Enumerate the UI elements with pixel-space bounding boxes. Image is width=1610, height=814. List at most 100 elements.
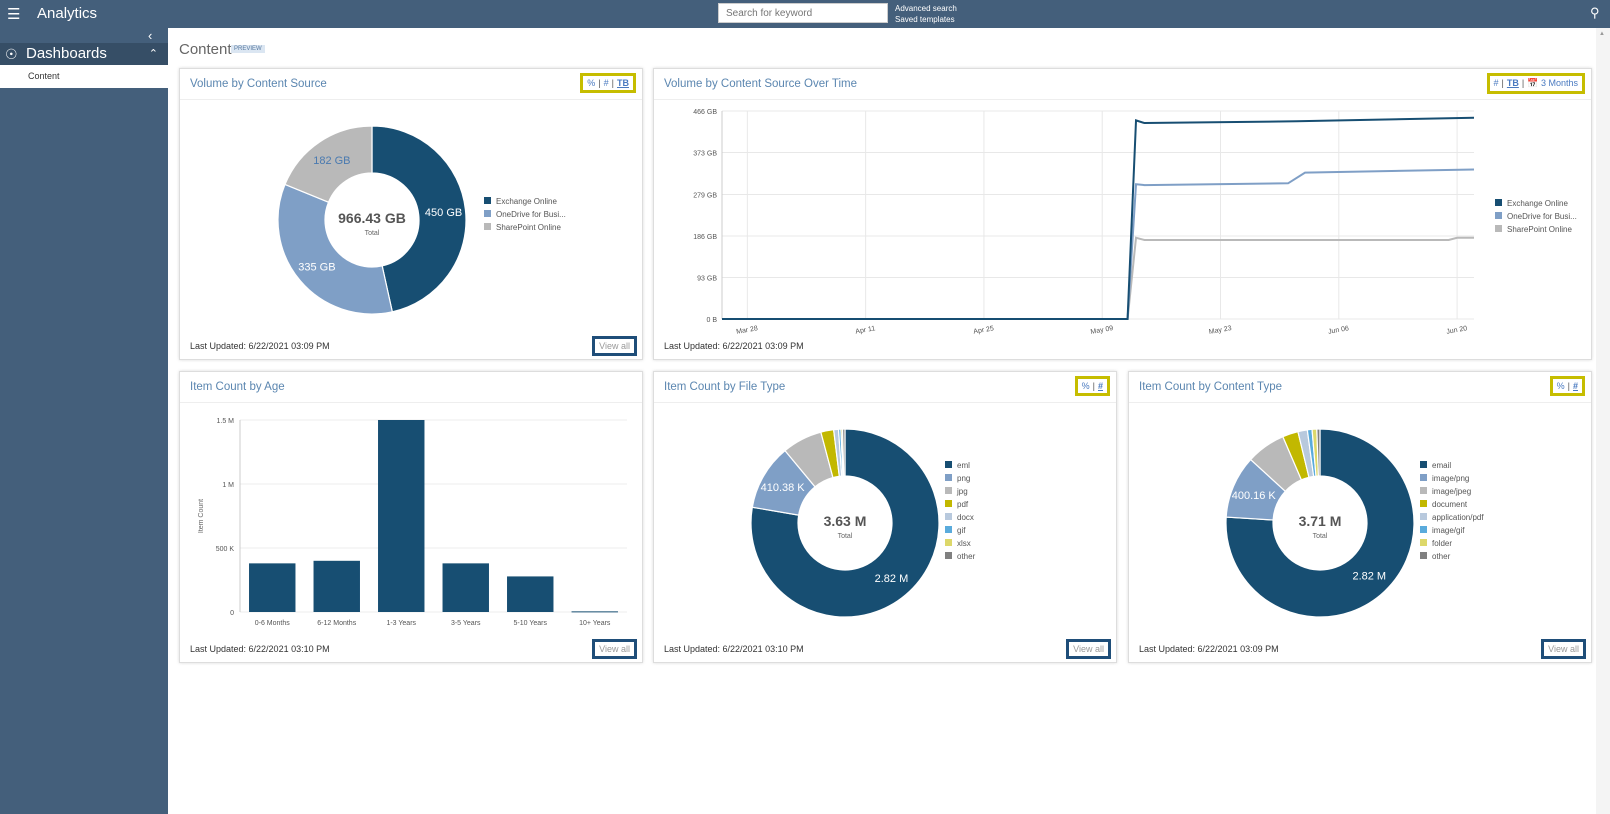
bar-0-6-months <box>249 563 296 612</box>
legend-label: OneDrive for Busi... <box>1507 212 1577 221</box>
last-updated: Last Updated: 6/22/2021 03:09 PM <box>1139 644 1279 654</box>
dashboard-icon: ☉ <box>5 46 18 62</box>
view-all-button[interactable]: View all <box>1541 639 1586 659</box>
slice-onedrive-for-busi- <box>277 183 394 315</box>
donut-chart: 2.82 M email 400.16 K image/png image/jpeg do… <box>1225 428 1484 618</box>
legend-label: SharePoint Online <box>1507 225 1572 234</box>
bar-5-10-years <box>507 576 554 612</box>
view-all-button[interactable]: View all <box>592 336 637 356</box>
center-total: 966.43 GB <box>338 210 406 226</box>
legend-swatch <box>1495 212 1502 219</box>
view-all-button[interactable]: View all <box>592 639 637 659</box>
sidebar-section-label: Dashboards <box>26 45 107 62</box>
center-total: 3.71 M <box>1299 513 1342 529</box>
x-tick-label: 5-10 Years <box>514 620 548 627</box>
legend-swatch <box>945 487 952 494</box>
slice-label: 335 GB <box>298 261 335 273</box>
legend-swatch <box>945 461 952 468</box>
last-updated: Last Updated: 6/22/2021 03:10 PM <box>664 644 804 654</box>
x-tick-label: Jun 20 <box>1446 325 1468 336</box>
legend-swatch <box>484 210 491 217</box>
legend-label: image/png <box>1432 474 1469 483</box>
x-tick-label: 1-3 Years <box>386 620 416 627</box>
x-tick-label: Jun 06 <box>1328 325 1350 336</box>
series-line <box>722 236 1474 320</box>
advanced-search-link[interactable]: Advanced search <box>895 3 957 14</box>
hamburger-menu-icon[interactable]: ☰ <box>7 5 20 23</box>
card-volume-by-content-source: Volume by Content Source % | # | TB 450 GB Ex… <box>179 68 643 360</box>
sidebar-section-dashboards[interactable]: ☉ Dashboards ⌃ <box>0 43 168 65</box>
y-tick-label: 0 B <box>706 317 717 324</box>
legend-label: png <box>957 474 970 483</box>
legend-swatch <box>1495 225 1502 232</box>
legend-label: pdf <box>957 500 969 509</box>
legend-swatch <box>945 526 952 533</box>
vertical-scrollbar[interactable]: ▲ <box>1596 28 1610 814</box>
page-title: Content <box>179 41 232 58</box>
slice-label: 410.38 K <box>761 482 806 494</box>
user-icon[interactable]: ⚲ <box>1590 5 1600 21</box>
center-label: Total <box>838 533 853 540</box>
legend-swatch <box>1420 539 1427 546</box>
slice-label: 2.82 M <box>1352 570 1386 582</box>
legend-swatch <box>1420 461 1427 468</box>
legend-swatch <box>1420 552 1427 559</box>
bar-6-12-months <box>313 560 360 612</box>
legend-label: other <box>957 552 976 561</box>
slice-label: 450 GB <box>425 207 462 219</box>
x-tick-label: 0-6 Months <box>255 620 291 627</box>
legend-label: SharePoint Online <box>496 223 561 232</box>
x-tick-label: May 09 <box>1090 325 1114 336</box>
center-label: Total <box>365 230 380 237</box>
x-tick-label: Mar 28 <box>736 325 759 336</box>
x-tick-label: May 23 <box>1208 325 1232 336</box>
y-tick-label: 0 <box>230 610 234 617</box>
slice-label: 182 GB <box>313 155 350 167</box>
x-tick-label: Apr 11 <box>855 325 876 335</box>
last-updated: Last Updated: 6/22/2021 03:09 PM <box>190 341 330 351</box>
card-item-count-by-age: Item Count by Age 0 500 K1 M 1.5 M Item Cou… <box>179 371 643 663</box>
legend-swatch <box>945 513 952 520</box>
x-tick-label: Apr 25 <box>973 325 995 335</box>
x-tick-label: 3-5 Years <box>451 620 481 627</box>
legend-label: docx <box>957 513 974 522</box>
y-tick-label: 466 GB <box>693 109 717 116</box>
y-tick-label: 93 GB <box>697 275 717 282</box>
bar-1-3-years <box>378 420 425 612</box>
last-updated: Last Updated: 6/22/2021 03:10 PM <box>190 644 330 654</box>
legend-swatch <box>945 500 952 507</box>
legend-label: Exchange Online <box>1507 199 1568 208</box>
legend-label: image/gif <box>1432 526 1465 535</box>
legend-label: other <box>1432 552 1451 561</box>
scroll-up-icon[interactable]: ▲ <box>1599 31 1605 37</box>
y-tick-label: 500 K <box>216 546 235 553</box>
app-title: Analytics <box>37 5 98 22</box>
collapse-sidebar-icon[interactable]: ‹ <box>148 28 152 43</box>
legend-swatch <box>945 539 952 546</box>
center-total: 3.63 M <box>824 513 867 529</box>
y-tick-label: 279 GB <box>693 192 717 199</box>
center-label: Total <box>1313 533 1328 540</box>
y-tick-label: 1 M <box>222 482 234 489</box>
legend-label: Exchange Online <box>496 197 557 206</box>
legend-swatch <box>1420 487 1427 494</box>
legend-label: image/jpeg <box>1432 487 1471 496</box>
legend-label: folder <box>1432 539 1452 548</box>
legend-swatch <box>1420 474 1427 481</box>
search-input[interactable] <box>718 3 888 23</box>
legend-swatch <box>1495 199 1502 206</box>
legend-label: application/pdf <box>1432 513 1484 522</box>
legend-label: xlsx <box>957 539 971 548</box>
y-axis-label: Item Count <box>198 499 205 533</box>
legend-label: email <box>1432 461 1451 470</box>
card-volume-over-time: Volume by Content Source Over Time # | TB |… <box>653 68 1592 360</box>
sidebar-item-content[interactable]: Content <box>0 65 168 88</box>
saved-templates-link[interactable]: Saved templates <box>895 14 957 25</box>
line-chart: 0 B 93 GB 186 GB 279 GB 373 GB 466 GB Mar 28 Ap… <box>693 109 1577 336</box>
view-all-button[interactable]: View all <box>1066 639 1111 659</box>
donut-chart: 2.82 M eml 410.38 K png jpg pdf docx gif xlsx oth… <box>750 428 976 618</box>
sidebar: ‹ ☉ Dashboards ⌃ Content <box>0 28 168 814</box>
y-tick-label: 1.5 M <box>216 418 234 425</box>
legend-swatch <box>1420 513 1427 520</box>
preview-badge: PREVIEW <box>231 45 265 53</box>
